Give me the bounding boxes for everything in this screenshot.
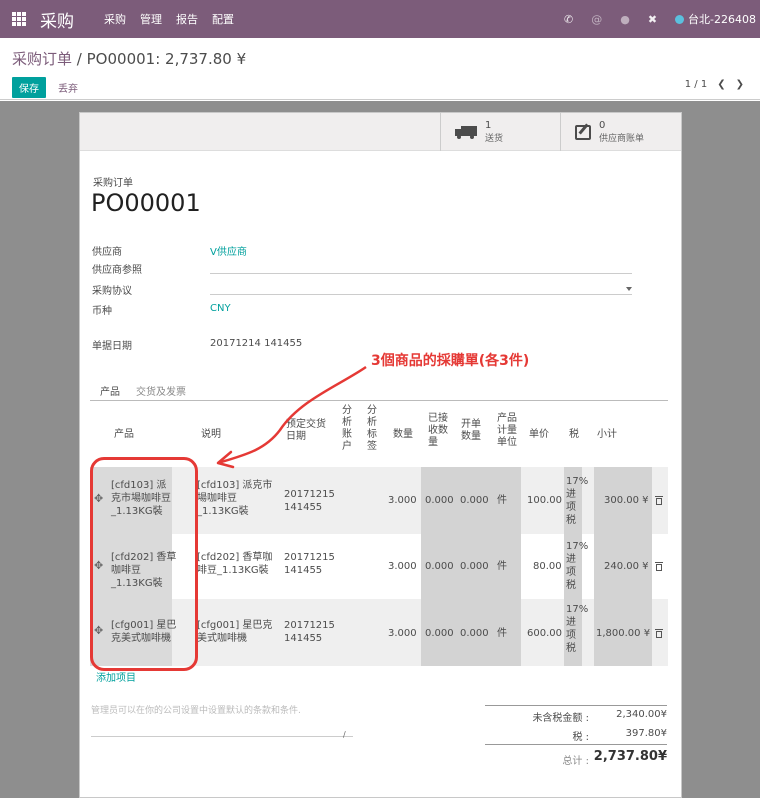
annotation-arrow [216,365,367,469]
